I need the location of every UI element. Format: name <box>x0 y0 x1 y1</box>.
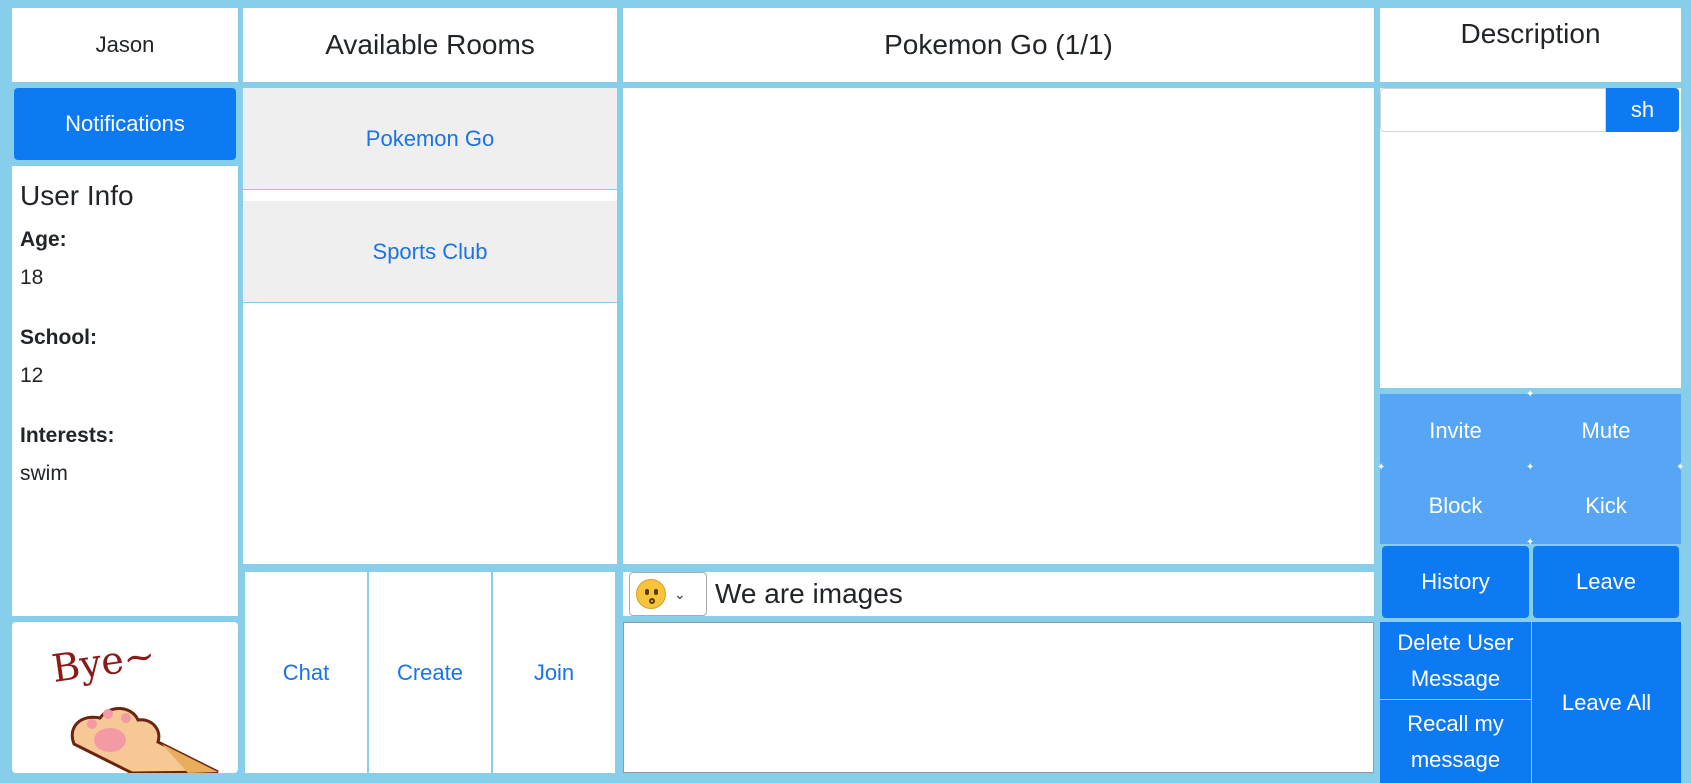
room-actions: Chat Create Join <box>243 572 617 773</box>
sparkle-icon: ✦ <box>1526 462 1535 473</box>
recall-my-message-button[interactable]: Recall my message <box>1380 700 1531 783</box>
user-info-title: User Info <box>20 180 134 211</box>
invite-label: Invite <box>1429 418 1482 443</box>
room-list: Pokemon Go Sports Club <box>243 88 617 564</box>
rooms-header: Available Rooms <box>243 8 617 82</box>
username-header: Jason <box>12 8 238 82</box>
search-input[interactable] <box>1380 88 1606 132</box>
chevron-down-icon: ⌄ <box>674 585 686 602</box>
join-label: Join <box>533 659 575 685</box>
create-button[interactable]: Create <box>369 572 491 773</box>
leave-all-button[interactable]: Leave All <box>1532 622 1681 783</box>
leave-label: Leave <box>1576 569 1636 594</box>
school-label: School: <box>20 326 97 349</box>
history-label: History <box>1421 569 1490 594</box>
interests-value: swim <box>20 462 68 485</box>
user-info-panel: User Info Age: 18 School: 12 Interests: … <box>12 166 238 616</box>
age-value: 18 <box>20 266 44 289</box>
interests-label: Interests: <box>20 424 115 447</box>
description-title: Description <box>1460 18 1601 49</box>
chat-header: Pokemon Go (1/1) <box>623 8 1374 82</box>
message-input[interactable] <box>623 622 1374 773</box>
emoji-bar: ⌄ We are images <box>623 572 1374 616</box>
notifications-button[interactable]: Notifications <box>14 88 236 160</box>
search-button[interactable]: sh <box>1606 88 1679 132</box>
notifications-label: Notifications <box>65 111 185 136</box>
room-item-sports-club[interactable]: Sports Club <box>243 201 617 303</box>
leave-button[interactable]: Leave <box>1533 546 1679 618</box>
description-panel: sh <box>1380 88 1681 388</box>
emoji-picker[interactable]: ⌄ <box>629 572 707 616</box>
create-label: Create <box>396 659 464 685</box>
room-label: Sports Club <box>372 238 488 264</box>
username: Jason <box>95 32 155 57</box>
chat-button[interactable]: Chat <box>245 572 367 773</box>
chat-label: Chat <box>282 659 330 685</box>
school-value: 12 <box>20 364 44 387</box>
block-label: Block <box>1428 493 1483 518</box>
join-button[interactable]: Join <box>493 572 615 773</box>
app-frame: Jason Available Rooms Pokemon Go (1/1) D… <box>0 0 1691 783</box>
history-button[interactable]: History <box>1382 546 1529 618</box>
bye-paw-sticker: Bye~ <box>49 633 219 773</box>
block-button[interactable]: Block <box>1380 468 1531 544</box>
emoji-note: We are images <box>715 578 903 609</box>
sparkle-icon: ✦ <box>1676 462 1685 473</box>
sparkle-icon: ✦ <box>1377 462 1386 473</box>
recall-my-message-label: Recall my message <box>1407 710 1504 772</box>
leave-all-label: Leave All <box>1561 689 1652 715</box>
chat-title: Pokemon Go (1/1) <box>884 29 1113 60</box>
mute-button[interactable]: Mute <box>1531 394 1681 468</box>
search-button-label: sh <box>1630 97 1655 122</box>
kick-label: Kick <box>1585 493 1627 518</box>
rooms-title: Available Rooms <box>325 29 535 60</box>
age-label: Age: <box>20 228 67 251</box>
room-item-pokemon-go[interactable]: Pokemon Go <box>243 88 617 190</box>
chat-messages-area[interactable] <box>623 88 1374 564</box>
kissing-face-icon <box>636 579 666 609</box>
room-label: Pokemon Go <box>365 125 495 151</box>
mute-label: Mute <box>1581 418 1631 443</box>
kick-button[interactable]: Kick <box>1531 468 1681 544</box>
invite-button[interactable]: Invite <box>1380 394 1531 468</box>
sticker-text: Bye~ <box>49 633 158 691</box>
description-header: Description <box>1380 8 1681 82</box>
sparkle-icon: ✦ <box>1526 389 1535 400</box>
sticker-panel: Bye~ <box>12 622 238 773</box>
delete-user-message-label: Delete User Message <box>1397 629 1514 691</box>
delete-user-message-button[interactable]: Delete User Message <box>1380 622 1531 699</box>
